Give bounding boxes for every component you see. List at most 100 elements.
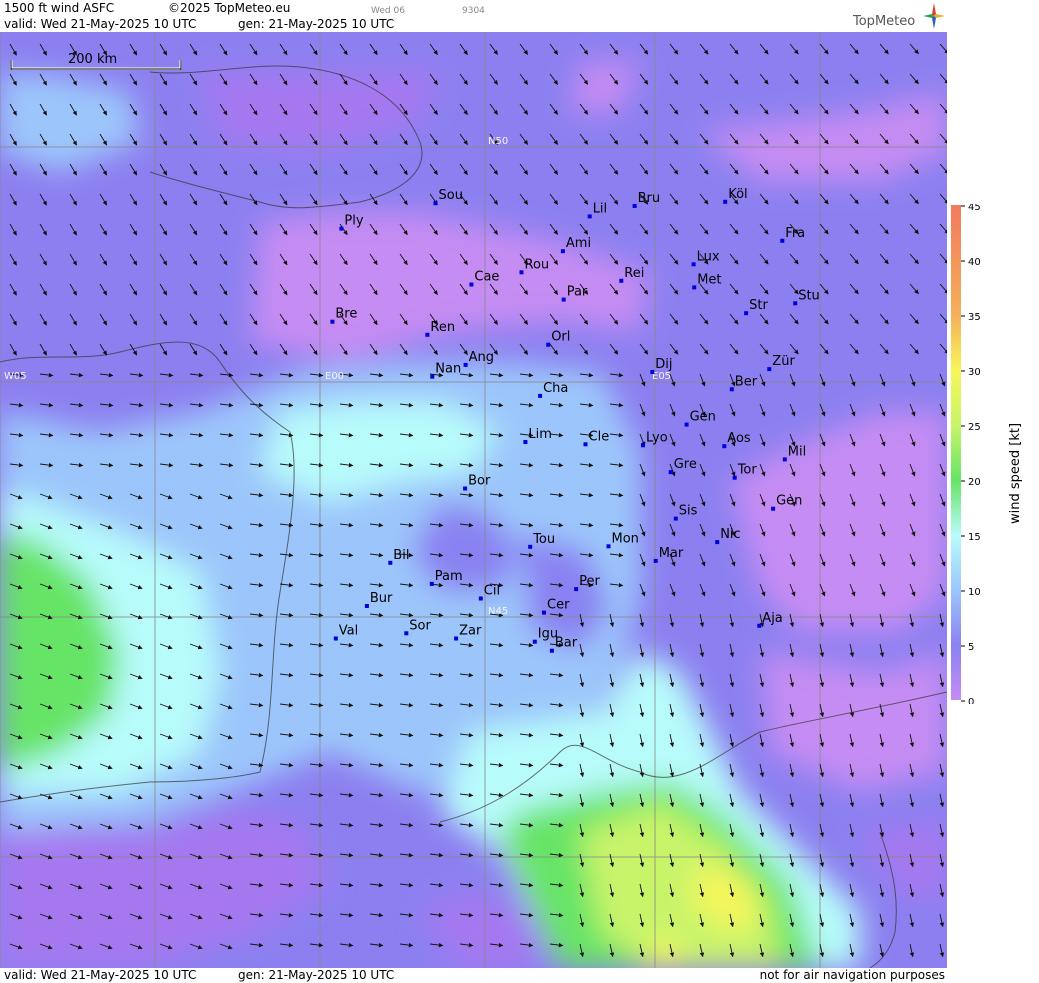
city-dot [560,249,565,254]
city-marker: Cae [469,270,499,287]
city-marker: Ami [560,236,591,254]
city-label: Bur [370,591,393,606]
city-label: Zar [459,624,482,639]
city-label: Sou [439,188,463,203]
legend-tick-label: 0 [968,697,974,704]
city-marker: Ang [463,350,494,367]
city-label: Ami [566,236,591,251]
city-dot [757,623,762,628]
city-marker: Gen [771,494,802,511]
city-dot [771,506,776,511]
city-marker: Pam [429,569,463,586]
legend-ticks: 45 40 35 30 25 20 15 10 5 0 [961,202,981,708]
city-dot [561,297,566,302]
footer-disclaimer: not for air navigation purposes [759,968,945,982]
city-label: Ber [735,374,758,389]
city-label: Tou [532,532,555,547]
city-label: Ang [469,350,494,365]
city-dot [528,544,533,549]
city-label: Lux [697,249,720,264]
city-dot [587,214,592,219]
city-dot [668,470,673,475]
scale-bar: 200 km [10,52,182,70]
city-marker: Sor [404,618,432,636]
footer: valid: Wed 21-May-2025 10 UTC gen: 21-Ma… [0,968,947,983]
city-marker: Bur [364,591,393,608]
city-label: Köl [728,187,747,202]
city-label: Sis [679,504,698,519]
footer-valid: valid: Wed 21-May-2025 10 UTC [4,968,197,982]
city-dot [454,636,459,641]
city-label: Gen [776,494,802,509]
city-marker: Lim [523,427,552,444]
city-dot [330,319,335,324]
copyright: ©2025 TopMeteo.eu [168,1,291,15]
city-dot [429,581,434,586]
city-marker: Bar [549,636,578,653]
legend-tick-label: 35 [968,312,981,323]
city-label: Lyo [646,430,668,445]
legend-tick-label: 15 [968,532,981,543]
city-label: Cer [547,598,570,613]
city-dot [744,311,749,316]
map-code: 9304 [462,6,485,16]
grid-label: N45 [488,606,508,617]
city-marker: Met [692,272,722,290]
wind-map-canvas: N50 N45 W05 E00 E05 Sou Bru Köl Ply Lil Ami Fra Lux… [0,32,947,968]
city-label: Sor [409,618,431,633]
city-marker: Aos [722,431,751,449]
wind-map[interactable]: N50 N45 W05 E00 E05 Sou Bru Köl Ply Lil Ami Fra Lux… [0,32,947,968]
city-label: Cil [484,584,500,599]
city-marker: Zar [454,624,482,641]
grid-label: E05 [652,371,671,382]
city-label: Bil [393,548,409,563]
city-marker: Tou [528,532,555,549]
city-dot [583,442,588,447]
city-dot [523,440,528,444]
city-dot [653,558,658,563]
legend-tick-label: 30 [968,367,981,378]
city-label: Lil [593,201,607,216]
city-label: Dij [655,357,672,372]
city-label: Gre [674,457,697,472]
legend-tick-label: 40 [968,257,981,268]
city-label: Val [339,624,358,639]
grid-label: N50 [488,136,508,147]
city-dot [404,631,409,636]
city-dot [574,587,579,592]
city-dot [692,285,697,290]
city-label: Bar [555,636,578,651]
city-dot [606,544,611,549]
topmeteo-logo: TopMeteo [853,3,945,31]
city-dot [546,342,551,347]
generation-time: gen: 21-May-2025 10 UTC [238,17,395,31]
grid-label: W05 [4,371,27,382]
city-label: Mon [612,531,639,546]
city-dot [469,282,474,287]
city-label: Zür [772,354,795,369]
city-label: Par [567,285,588,300]
city-marker: Mar [653,546,684,563]
city-dot [463,486,468,491]
city-label: Per [579,574,600,589]
city-label: Lim [528,427,552,442]
product-title: 1500 ft wind ASFC [4,1,115,15]
city-marker: Bre [330,307,357,324]
city-marker: Cer [542,598,570,615]
city-dot [673,516,678,521]
city-label: Orl [551,330,570,345]
day-code: Wed 06 [371,6,405,16]
city-dot [732,475,737,480]
city-dot [619,278,624,283]
city-label: Fra [785,226,805,241]
city-dot [364,604,369,608]
legend-tick-label: 20 [968,477,981,488]
city-dot [538,393,543,398]
city-label: Bre [335,307,357,322]
city-label: Nan [435,362,461,377]
city-label: Bru [638,191,661,206]
city-label: Aja [762,611,782,626]
city-dot [793,301,798,306]
city-dot [650,370,655,374]
footer-gen: gen: 21-May-2025 10 UTC [238,968,395,982]
